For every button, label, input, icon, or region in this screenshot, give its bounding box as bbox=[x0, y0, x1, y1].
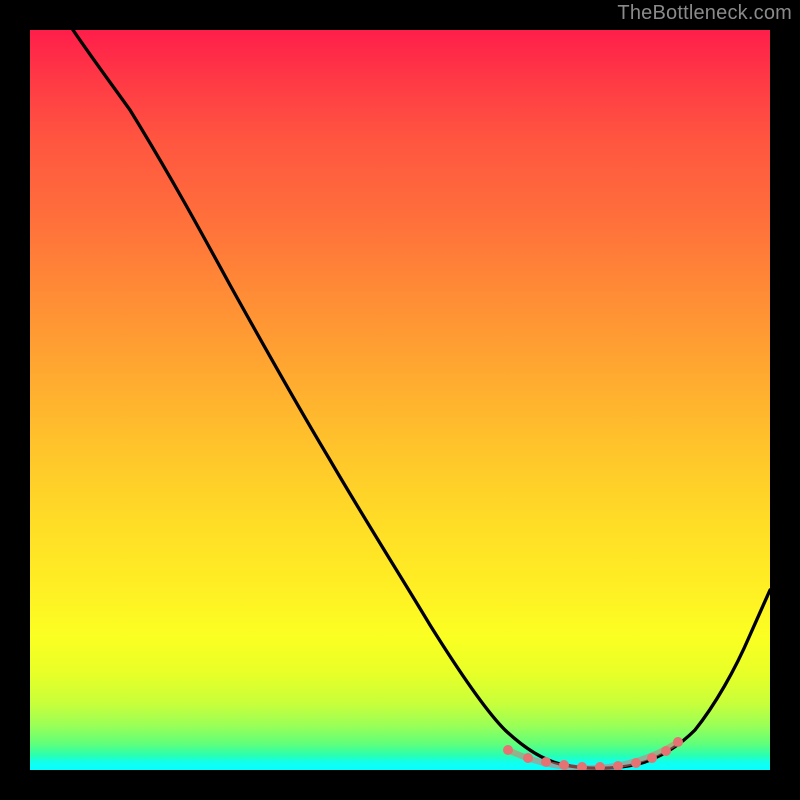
chart-frame: TheBottleneck.com bbox=[0, 0, 800, 800]
bottleneck-curve bbox=[60, 30, 770, 768]
curve-layer bbox=[30, 30, 770, 770]
highlight-segment bbox=[508, 742, 678, 768]
plot-area bbox=[30, 30, 770, 770]
watermark-text: TheBottleneck.com bbox=[617, 2, 792, 25]
